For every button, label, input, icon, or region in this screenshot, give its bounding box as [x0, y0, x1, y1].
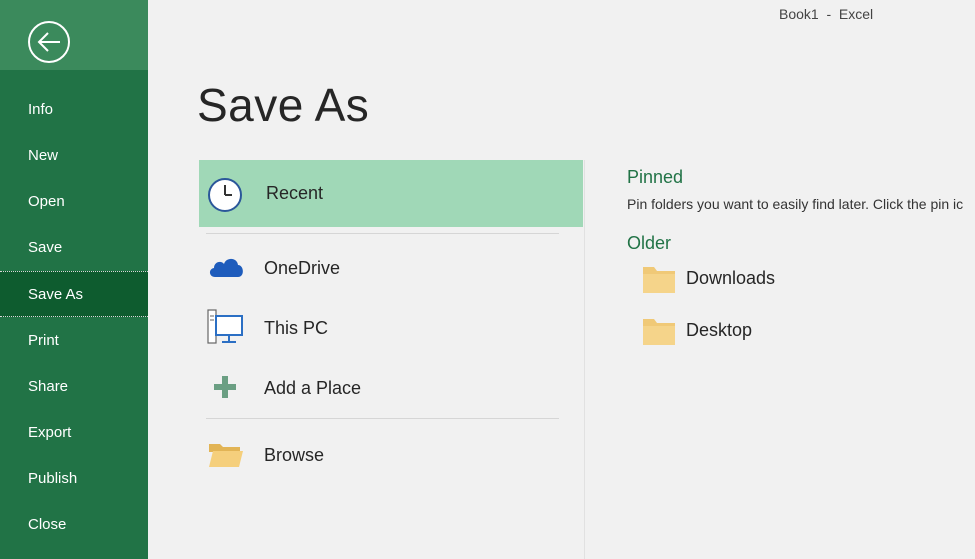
location-onedrive[interactable]: OneDrive [199, 247, 583, 287]
location-label: Browse [264, 445, 325, 465]
folder-icon [643, 319, 675, 345]
save-locations: Recent OneDrive This PC Add a Place Brow… [199, 160, 585, 559]
location-recent[interactable]: Recent [199, 160, 583, 227]
plus-icon [214, 376, 236, 398]
nav-new[interactable]: New [0, 133, 148, 179]
location-label: Add a Place [264, 378, 362, 398]
nav-open[interactable]: Open [0, 179, 148, 225]
computer-icon [207, 309, 243, 344]
location-add-a-place[interactable]: Add a Place [199, 367, 583, 407]
page-title: Save As [197, 79, 370, 131]
excel-backstage-save-as: Info New Open Save Save As Print Share E… [0, 0, 975, 559]
location-label: This PC [264, 318, 329, 338]
folder-desktop[interactable]: Desktop [640, 312, 940, 352]
older-heading: Older [627, 233, 672, 253]
nav-save-as[interactable]: Save As [0, 271, 148, 317]
location-label: Recent [266, 183, 324, 203]
open-folder-icon [209, 444, 243, 467]
folder-icon [643, 267, 675, 293]
folder-label: Downloads [686, 268, 776, 288]
divider [206, 233, 559, 234]
nav-publish[interactable]: Publish [0, 456, 148, 502]
pinned-description: Pin folders you want to easily find late… [627, 196, 964, 212]
folder-label: Desktop [686, 320, 753, 340]
backstage-sidebar: Info New Open Save Save As Print Share E… [0, 0, 148, 559]
nav-info[interactable]: Info [0, 87, 148, 133]
divider [206, 418, 559, 419]
nav-close[interactable]: Close [0, 502, 148, 548]
nav-share[interactable]: Share [0, 364, 148, 410]
back-area [0, 0, 148, 70]
pinned-heading: Pinned [627, 167, 684, 187]
folder-downloads[interactable]: Downloads [640, 260, 940, 300]
nav-save[interactable]: Save [0, 225, 148, 271]
nav-export[interactable]: Export [0, 410, 148, 456]
back-arrow-icon[interactable] [27, 20, 71, 64]
location-browse[interactable]: Browse [199, 434, 583, 474]
window-title: Book1 - Excel [779, 6, 874, 22]
nav-print[interactable]: Print [0, 318, 148, 364]
cloud-icon [209, 258, 243, 277]
clock-icon [208, 178, 242, 212]
location-label: OneDrive [264, 258, 341, 278]
location-this-pc[interactable]: This PC [199, 307, 583, 347]
